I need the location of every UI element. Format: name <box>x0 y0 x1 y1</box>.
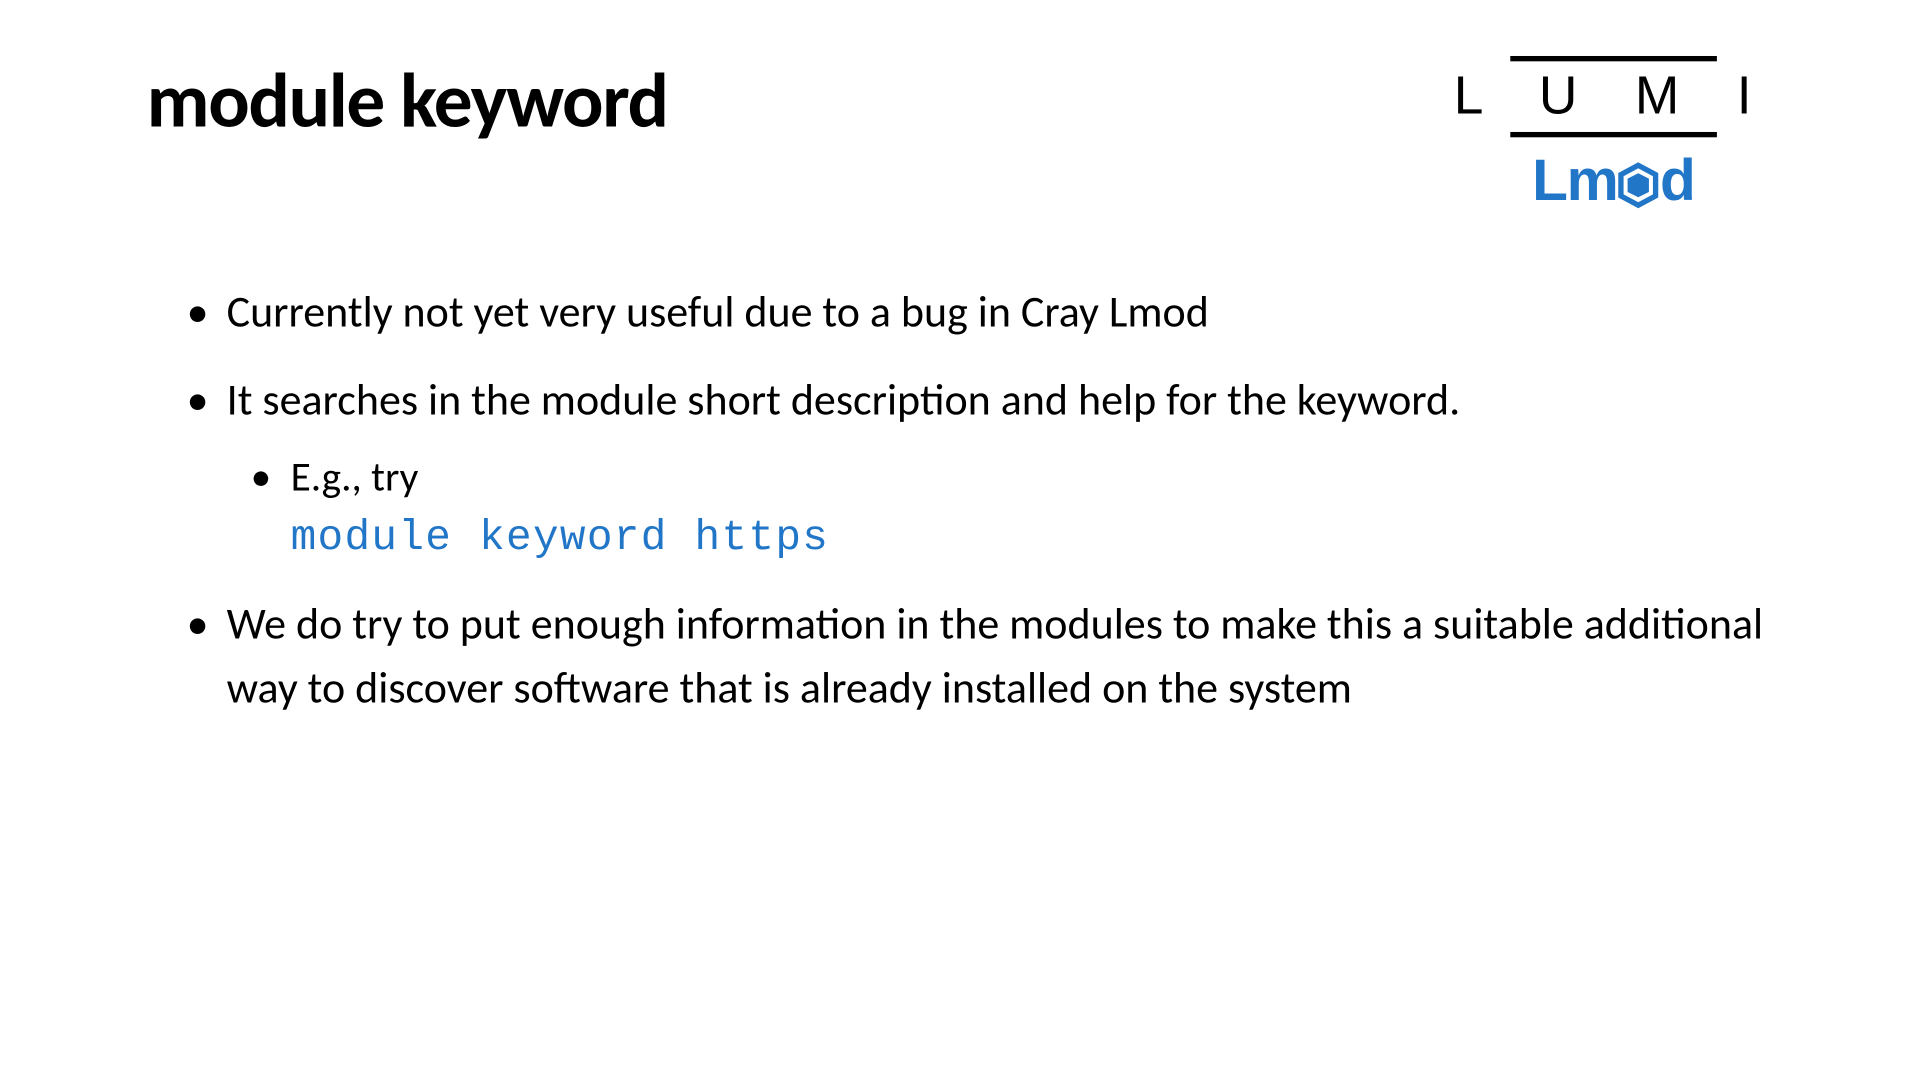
hexagon-icon <box>1617 157 1660 205</box>
lumi-logo: L U M I <box>1454 56 1773 137</box>
bullet-text: We do try to put enough information in t… <box>227 597 1764 714</box>
bullet-item: Currently not yet very useful due to a b… <box>187 281 1773 345</box>
bullet-text: Currently not yet very useful due to a b… <box>227 285 1209 338</box>
lmod-prefix: Lm <box>1532 148 1617 215</box>
lumi-text: L U M I <box>1454 61 1773 132</box>
lumi-bar-bottom <box>1510 132 1717 137</box>
slide-content: Currently not yet very useful due to a b… <box>147 281 1773 720</box>
bullet-text: It searches in the module short descript… <box>227 373 1461 426</box>
lmod-logo: Lmd <box>1532 148 1694 215</box>
presentation-slide: module keyword L U M I Lmd Currently not… <box>0 0 1920 1080</box>
sub-bullet-text: E.g., try <box>291 451 419 502</box>
sub-bullet-item: E.g., try module keyword https <box>251 449 1773 569</box>
bullet-list: Currently not yet very useful due to a b… <box>187 281 1773 720</box>
code-snippet: module keyword https <box>291 509 1773 569</box>
lmod-suffix: d <box>1660 148 1695 215</box>
slide-header: module keyword L U M I Lmd <box>147 53 1773 214</box>
bullet-item: We do try to put enough information in t… <box>187 593 1773 721</box>
slide-title: module keyword <box>147 53 668 148</box>
bullet-item: It searches in the module short descript… <box>187 369 1773 569</box>
logo-container: L U M I Lmd <box>1454 53 1773 214</box>
